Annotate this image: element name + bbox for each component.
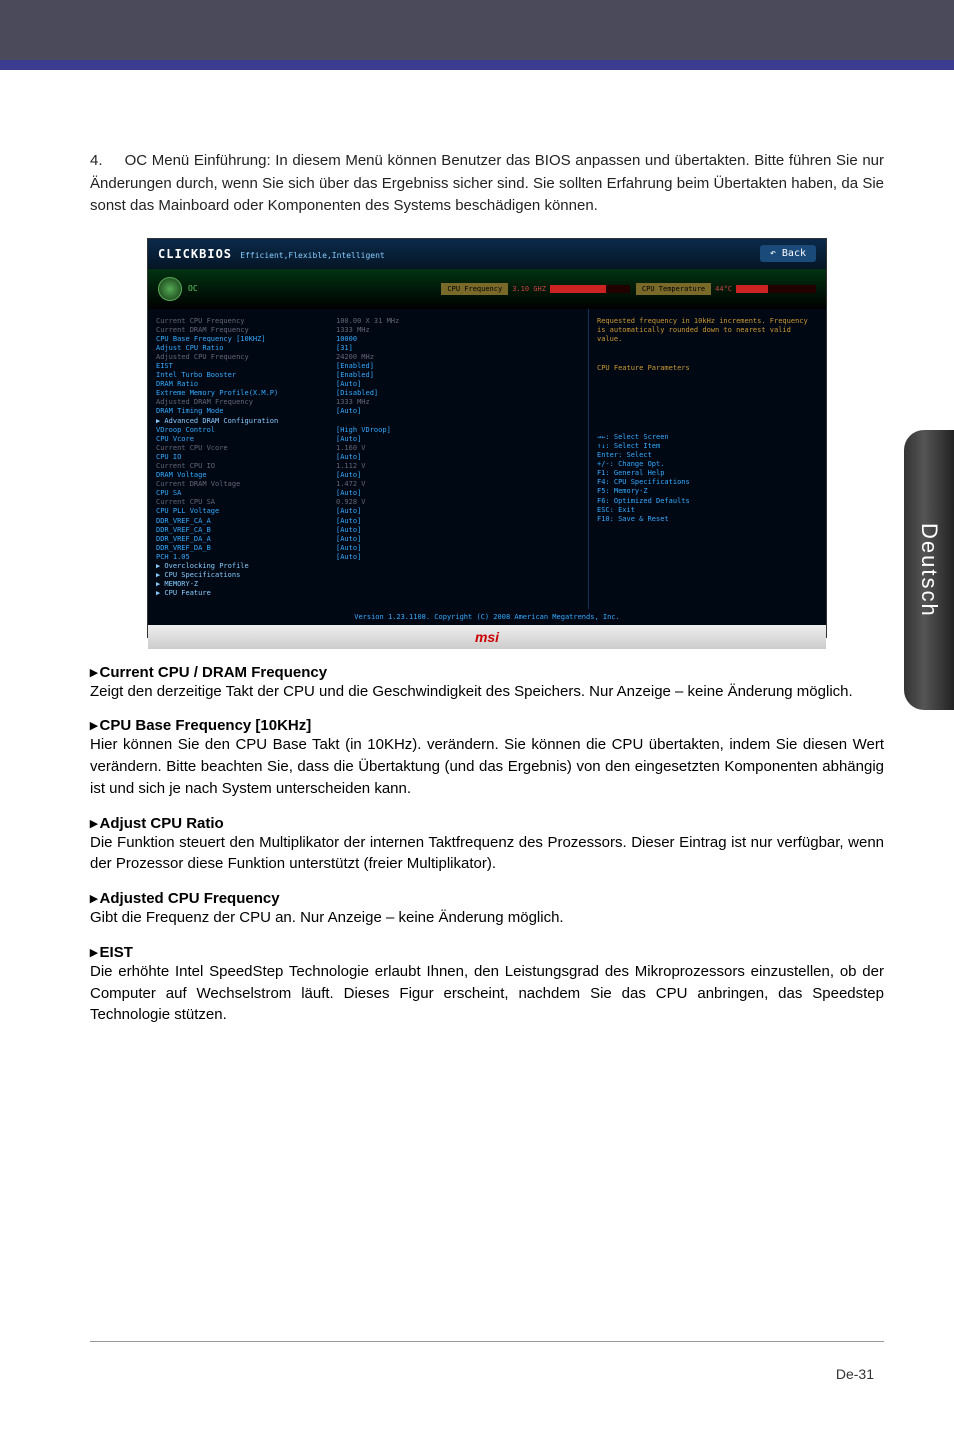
- key-hint: F4: CPU Specifications: [597, 478, 810, 487]
- top-bar: [0, 0, 954, 70]
- gauge-bar: [736, 285, 816, 293]
- bios-top: OC CPU Frequency 3.10 GHZ CPU Temperatur…: [148, 269, 826, 309]
- bios-logo: CLICKBIOS: [158, 247, 232, 261]
- bios-setting-row[interactable]: Intel Turbo Booster[Enabled]: [156, 371, 580, 380]
- section-body: Die erhöhte Intel SpeedStep Technologie …: [90, 961, 884, 1026]
- bios-setting-row[interactable]: Current CPU Frequency100.00 X 31 MHz: [156, 317, 580, 326]
- bios-setting-row[interactable]: CPU PLL Voltage[Auto]: [156, 507, 580, 516]
- bios-logo-sub: Efficient,Flexible,Intelligent: [240, 251, 385, 260]
- oc-icon[interactable]: [158, 277, 182, 301]
- page-number: De-31: [836, 1366, 874, 1382]
- bios-setting-row[interactable]: ▶ Advanced DRAM Configuration: [156, 417, 580, 426]
- bios-setting-row[interactable]: Adjusted DRAM Frequency1333 MHz: [156, 398, 580, 407]
- bios-setting-row[interactable]: CPU IO[Auto]: [156, 453, 580, 462]
- bios-footer: Version 1.23.1108. Copyright (C) 2008 Am…: [148, 609, 826, 625]
- bios-logo-wrap: CLICKBIOS Efficient,Flexible,Intelligent: [158, 247, 385, 261]
- bios-key-legend: →←: Select Screen↑↓: Select ItemEnter: S…: [597, 433, 810, 524]
- gauge-val: 3.10 GHZ: [512, 285, 546, 293]
- bios-setting-row[interactable]: CPU Vcore[Auto]: [156, 435, 580, 444]
- bios-setting-row[interactable]: EIST[Enabled]: [156, 362, 580, 371]
- language-tab[interactable]: Deutsch: [904, 430, 954, 710]
- bios-setting-row[interactable]: Current CPU SA0.928 V: [156, 498, 580, 507]
- bios-setting-row[interactable]: DDR_VREF_DA_A[Auto]: [156, 535, 580, 544]
- sections: ▸Current CPU / DRAM FrequencyZeigt den d…: [90, 663, 884, 1027]
- key-hint: F1: General Help: [597, 469, 810, 478]
- bios-setting-row[interactable]: ▶ CPU Specifications: [156, 571, 580, 580]
- bios-body: Current CPU Frequency100.00 X 31 MHzCurr…: [148, 309, 826, 609]
- cpu-temp-gauge: CPU Temperature 44°C: [636, 283, 816, 295]
- intro-paragraph: 4. OC Menü Einführung: In diesem Menü kö…: [90, 150, 884, 218]
- help-text-2: CPU Feature Parameters: [597, 364, 810, 373]
- bios-setting-row[interactable]: DRAM Ratio[Auto]: [156, 380, 580, 389]
- language-label: Deutsch: [916, 523, 942, 618]
- bios-setting-row[interactable]: Current CPU IO1.112 V: [156, 462, 580, 471]
- bios-setting-row[interactable]: Adjusted CPU Frequency24200 MHz: [156, 353, 580, 362]
- gauge-bar: [550, 285, 630, 293]
- bios-setting-row[interactable]: Extreme Memory Profile(X.M.P)[Disabled]: [156, 389, 580, 398]
- key-hint: +/-: Change Opt.: [597, 460, 810, 469]
- bios-setting-row[interactable]: DDR_VREF_DA_B[Auto]: [156, 544, 580, 553]
- msi-logo: msi: [148, 625, 826, 649]
- key-hint: ↑↓: Select Item: [597, 442, 810, 451]
- bios-setting-row[interactable]: DRAM Timing Mode[Auto]: [156, 407, 580, 416]
- intro-text: OC Menü Einführung: In diesem Menü könne…: [90, 152, 884, 214]
- bios-gauges: CPU Frequency 3.10 GHZ CPU Temperature 4…: [441, 283, 816, 295]
- footer-divider: [90, 1341, 884, 1342]
- section-title: ▸CPU Base Frequency [10KHz]: [90, 716, 884, 734]
- bios-screenshot: CLICKBIOS Efficient,Flexible,Intelligent…: [147, 238, 827, 638]
- section-body: Hier können Sie den CPU Base Takt (in 10…: [90, 734, 884, 799]
- gauge-label: CPU Temperature: [636, 283, 711, 295]
- bios-setting-row[interactable]: Current DRAM Frequency1333 MHz: [156, 326, 580, 335]
- bios-setting-row[interactable]: CPU SA[Auto]: [156, 489, 580, 498]
- section-title: ▸Adjust CPU Ratio: [90, 814, 884, 832]
- help-text-1: Requested frequency in 10kHz increments.…: [597, 317, 810, 344]
- bios-setting-row[interactable]: ▶ CPU Feature: [156, 589, 580, 598]
- intro-number: 4.: [90, 150, 120, 173]
- bios-setting-row[interactable]: DRAM Voltage[Auto]: [156, 471, 580, 480]
- cpu-freq-gauge: CPU Frequency 3.10 GHZ: [441, 283, 630, 295]
- bios-setting-row[interactable]: PCH 1.05[Auto]: [156, 553, 580, 562]
- gauge-label: CPU Frequency: [441, 283, 508, 295]
- section-body: Die Funktion steuert den Multiplikator d…: [90, 832, 884, 876]
- bios-setting-row[interactable]: CPU Base Frequency [10KHZ]10000: [156, 335, 580, 344]
- page-content: 4. OC Menü Einführung: In diesem Menü kö…: [0, 70, 954, 1026]
- key-hint: →←: Select Screen: [597, 433, 810, 442]
- gauge-val: 44°C: [715, 285, 732, 293]
- bios-setting-row[interactable]: DDR_VREF_CA_A[Auto]: [156, 517, 580, 526]
- section-title: ▸EIST: [90, 943, 884, 961]
- oc-label: OC: [188, 284, 198, 293]
- back-button[interactable]: ↶ Back: [760, 245, 816, 262]
- bios-setting-row[interactable]: Current DRAM Voltage1.472 V: [156, 480, 580, 489]
- key-hint: ESC: Exit: [597, 506, 810, 515]
- key-hint: F10: Save & Reset: [597, 515, 810, 524]
- bios-setting-row[interactable]: ▶ Overclocking Profile: [156, 562, 580, 571]
- section-title: ▸Adjusted CPU Frequency: [90, 889, 884, 907]
- bios-setting-row[interactable]: DDR_VREF_CA_B[Auto]: [156, 526, 580, 535]
- bios-settings-list: Current CPU Frequency100.00 X 31 MHzCurr…: [148, 309, 588, 609]
- section-body: Gibt die Frequenz der CPU an. Nur Anzeig…: [90, 907, 884, 929]
- bios-help-panel: Requested frequency in 10kHz increments.…: [588, 309, 818, 609]
- bios-setting-row[interactable]: Current CPU Vcore1.160 V: [156, 444, 580, 453]
- bios-header: CLICKBIOS Efficient,Flexible,Intelligent…: [148, 239, 826, 269]
- key-hint: Enter: Select: [597, 451, 810, 460]
- key-hint: F6: Optimized Defaults: [597, 497, 810, 506]
- section-title: ▸Current CPU / DRAM Frequency: [90, 663, 884, 681]
- bios-setting-row[interactable]: VDroop Control[High VDroop]: [156, 426, 580, 435]
- bios-setting-row[interactable]: ▶ MEMORY-Z: [156, 580, 580, 589]
- back-label: Back: [782, 248, 806, 259]
- section-body: Zeigt den derzeitige Takt der CPU und di…: [90, 681, 884, 703]
- key-hint: F5: Memory-Z: [597, 487, 810, 496]
- bios-setting-row[interactable]: Adjust CPU Ratio[31]: [156, 344, 580, 353]
